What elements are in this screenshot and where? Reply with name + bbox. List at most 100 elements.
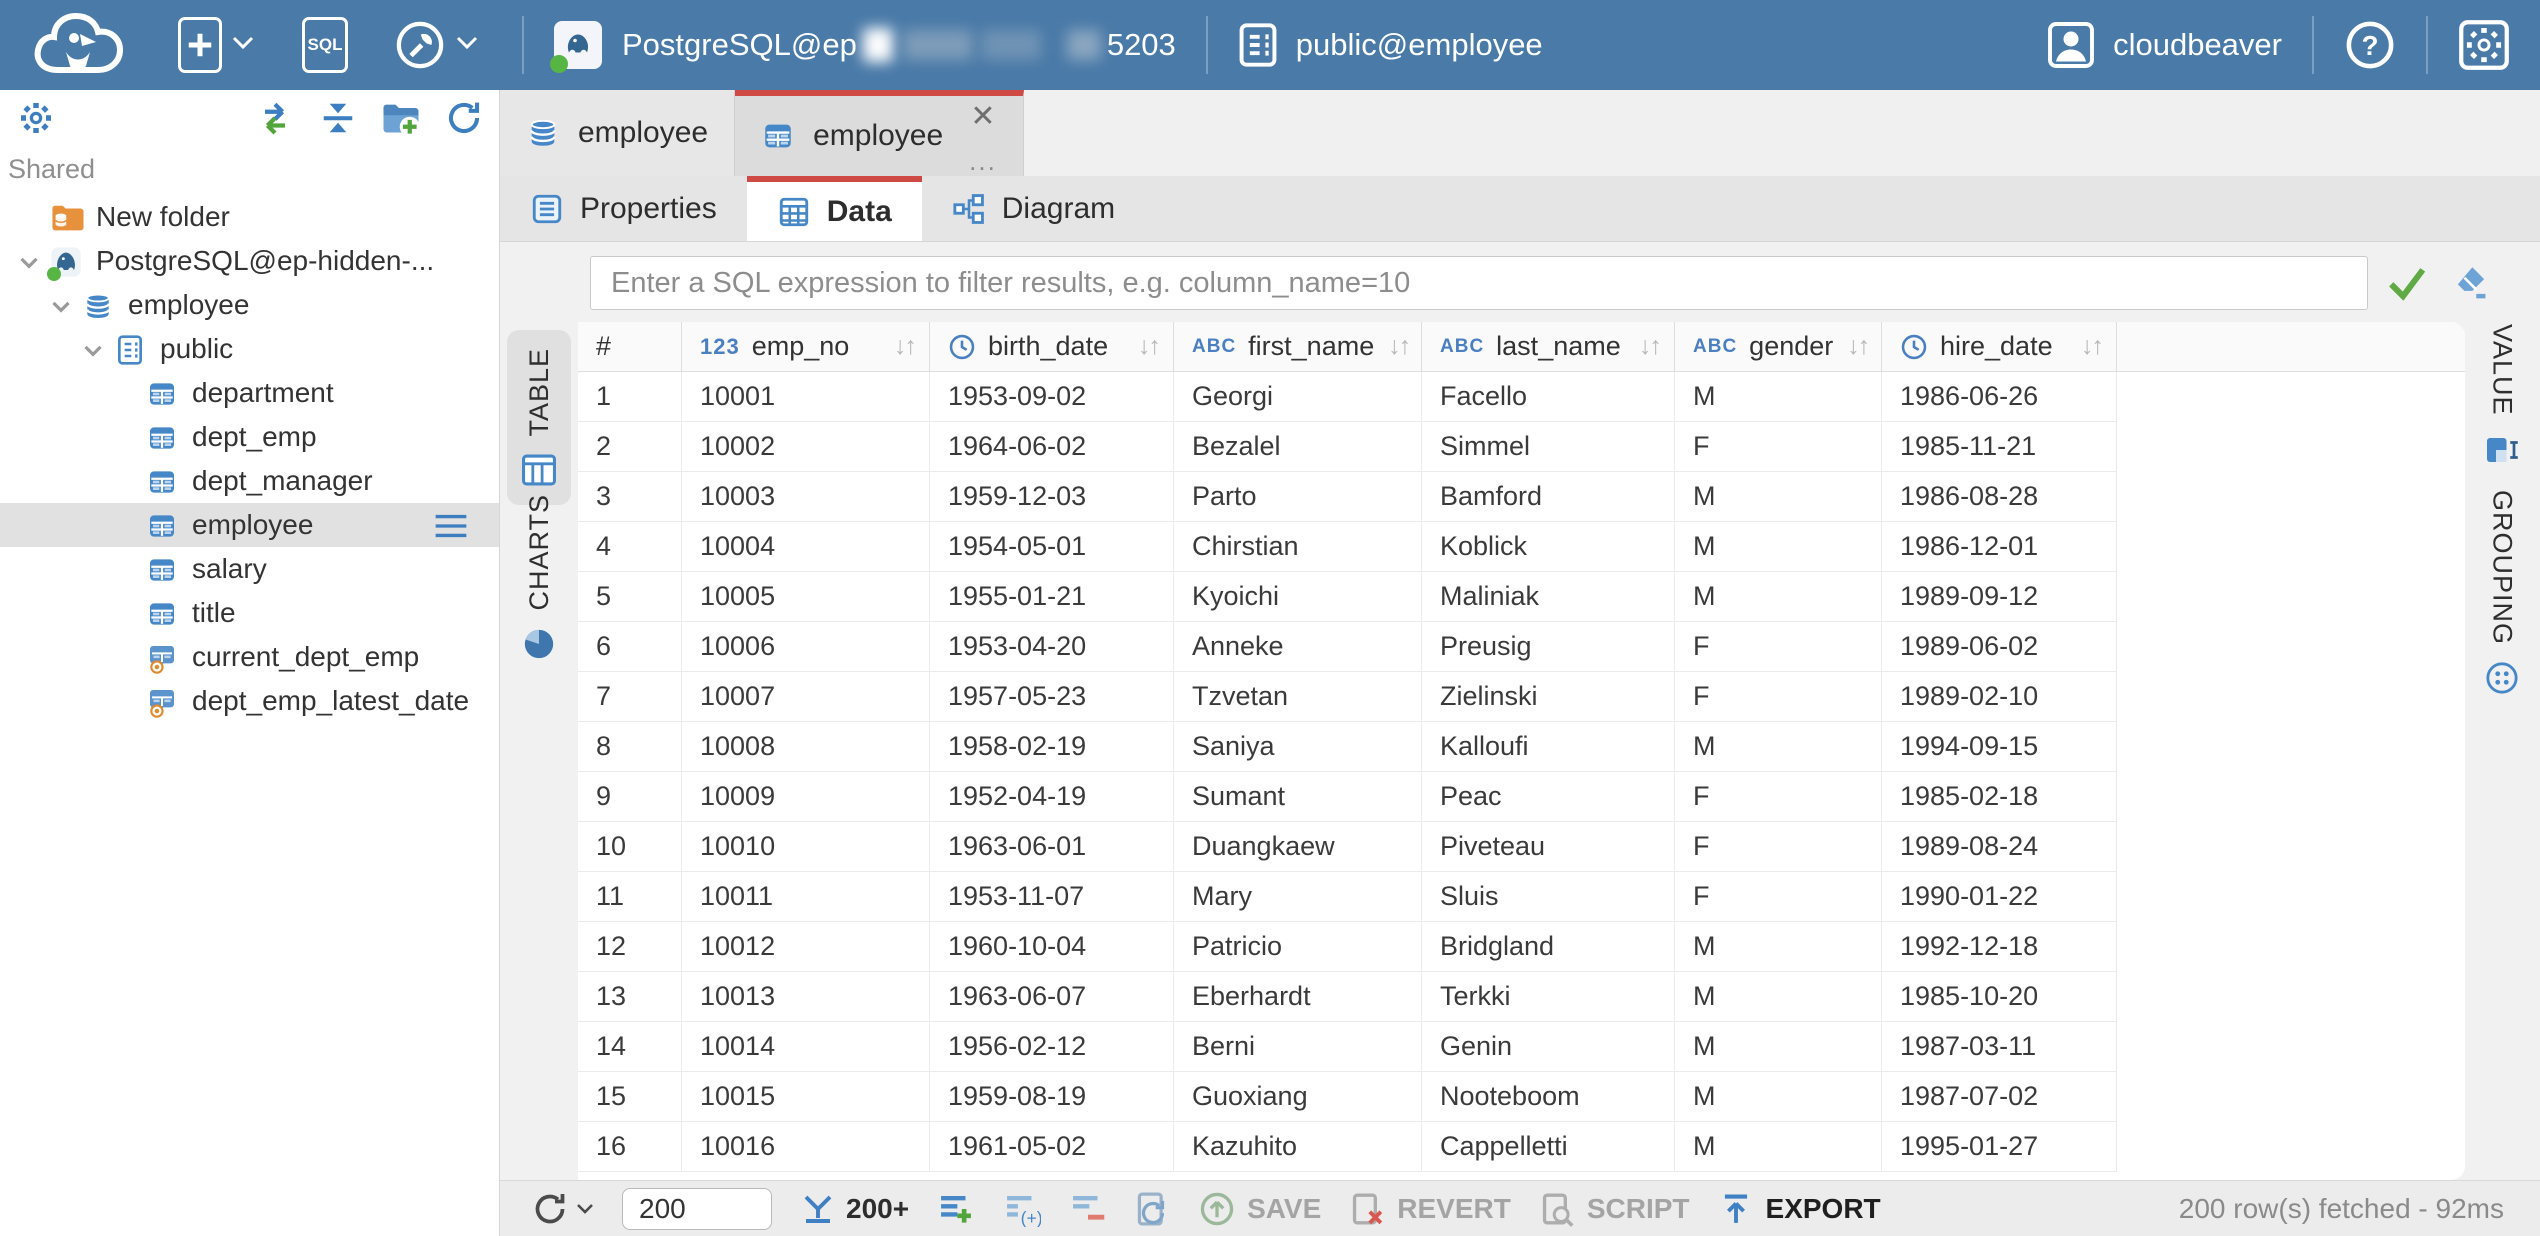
- grid-cell[interactable]: 1987-07-02: [1882, 1072, 2117, 1122]
- grid-cell[interactable]: F: [1675, 422, 1882, 472]
- grid-cell[interactable]: Eberhardt: [1174, 972, 1422, 1022]
- grid-cell[interactable]: Cappelletti: [1422, 1122, 1675, 1172]
- grid-cell[interactable]: 1959-12-03: [930, 472, 1174, 522]
- tree-item-dept-manager[interactable]: dept_manager: [0, 459, 499, 503]
- grid-cell[interactable]: 10011: [682, 872, 930, 922]
- grid-cell[interactable]: 1989-06-02: [1882, 622, 2117, 672]
- tree-item-dept-emp[interactable]: dept_emp: [0, 415, 499, 459]
- grid-cell[interactable]: 10004: [682, 522, 930, 572]
- grid-cell[interactable]: Piveteau: [1422, 822, 1675, 872]
- grid-cell[interactable]: 1987-03-11: [1882, 1022, 2117, 1072]
- chevron-down-icon[interactable]: [78, 335, 108, 365]
- grid-cell[interactable]: Bridgland: [1422, 922, 1675, 972]
- grid-cell[interactable]: 1957-05-23: [930, 672, 1174, 722]
- tree-item-dept-emp-latest-date[interactable]: dept_emp_latest_date: [0, 679, 499, 723]
- sidebar-settings-button[interactable]: [16, 98, 56, 138]
- grid-cell[interactable]: 1964-06-02: [930, 422, 1174, 472]
- grid-cell[interactable]: 10016: [682, 1122, 930, 1172]
- grid-cell[interactable]: 1992-12-18: [1882, 922, 2117, 972]
- schema-selector[interactable]: public@employee: [1238, 22, 1543, 68]
- grid-cell[interactable]: Maliniak: [1422, 572, 1675, 622]
- grid-cell[interactable]: M: [1675, 722, 1882, 772]
- grid-cell[interactable]: 10015: [682, 1072, 930, 1122]
- tab-properties[interactable]: Properties: [500, 176, 747, 241]
- settings-button[interactable]: [2458, 19, 2510, 71]
- sort-icon[interactable]: ↓↑: [1374, 332, 1409, 361]
- sync-connection-button[interactable]: [255, 100, 295, 136]
- grid-cell[interactable]: Nooteboom: [1422, 1072, 1675, 1122]
- grid-cell[interactable]: M: [1675, 522, 1882, 572]
- grid-cell[interactable]: 1995-01-27: [1882, 1122, 2117, 1172]
- grid-cell[interactable]: M: [1675, 372, 1882, 422]
- sort-icon[interactable]: ↓↑: [1124, 332, 1159, 361]
- add-row-button[interactable]: [937, 1191, 975, 1227]
- grid-cell[interactable]: 1963-06-07: [930, 972, 1174, 1022]
- duplicate-row-button[interactable]: (+): [1003, 1191, 1041, 1227]
- grid-column-header-first_name[interactable]: ABCfirst_name↓↑: [1174, 322, 1422, 371]
- grid-cell[interactable]: Patricio: [1174, 922, 1422, 972]
- grid-cell[interactable]: 1953-11-07: [930, 872, 1174, 922]
- close-tab-icon[interactable]: ✕: [970, 104, 995, 130]
- grid-cell[interactable]: Bezalel: [1174, 422, 1422, 472]
- grid-cell[interactable]: Kazuhito: [1174, 1122, 1422, 1172]
- grid-cell[interactable]: 10002: [682, 422, 930, 472]
- grid-cell[interactable]: 10005: [682, 572, 930, 622]
- grid-cell[interactable]: M: [1675, 472, 1882, 522]
- grid-cell[interactable]: Bamford: [1422, 472, 1675, 522]
- grid-cell[interactable]: Guoxiang: [1174, 1072, 1422, 1122]
- grid-cell[interactable]: 1986-06-26: [1882, 372, 2117, 422]
- sort-icon[interactable]: ↓↑: [1625, 332, 1660, 361]
- driver-tools-button[interactable]: [394, 19, 478, 71]
- grid-cell[interactable]: 1986-12-01: [1882, 522, 2117, 572]
- grid-cell[interactable]: 10003: [682, 472, 930, 522]
- presentation-tab-charts[interactable]: CHARTS: [507, 494, 571, 661]
- page-size-input[interactable]: [622, 1188, 772, 1230]
- tree-item-new-folder[interactable]: New folder: [0, 195, 499, 239]
- grid-cell[interactable]: Simmel: [1422, 422, 1675, 472]
- help-button[interactable]: ?: [2344, 19, 2396, 71]
- grid-cell[interactable]: F: [1675, 822, 1882, 872]
- grid-cell[interactable]: 10012: [682, 922, 930, 972]
- grid-cell[interactable]: 1958-02-19: [930, 722, 1174, 772]
- grid-cell[interactable]: Kalloufi: [1422, 722, 1675, 772]
- grid-cell[interactable]: 1963-06-01: [930, 822, 1174, 872]
- grid-cell[interactable]: Koblick: [1422, 522, 1675, 572]
- grid-cell[interactable]: M: [1675, 1072, 1882, 1122]
- delete-row-button[interactable]: [1069, 1191, 1107, 1227]
- user-menu[interactable]: cloudbeaver: [2047, 21, 2282, 69]
- grid-cell[interactable]: 1994-09-15: [1882, 722, 2117, 772]
- refresh-tree-button[interactable]: [445, 99, 483, 137]
- grid-cell[interactable]: 10013: [682, 972, 930, 1022]
- grid-cell[interactable]: Duangkaew: [1174, 822, 1422, 872]
- grid-cell[interactable]: 10006: [682, 622, 930, 672]
- grid-cell[interactable]: 1990-01-22: [1882, 872, 2117, 922]
- new-folder-button[interactable]: [381, 100, 421, 136]
- grid-cell[interactable]: Preusig: [1422, 622, 1675, 672]
- tab-employee-table[interactable]: employee ✕ ...: [735, 90, 1024, 176]
- grid-cell[interactable]: Parto: [1174, 472, 1422, 522]
- grid-cell[interactable]: M: [1675, 922, 1882, 972]
- tree-item-department[interactable]: department: [0, 371, 499, 415]
- grid-column-header-last_name[interactable]: ABClast_name↓↑: [1422, 322, 1675, 371]
- sql-filter-input[interactable]: [590, 256, 2368, 310]
- grid-cell[interactable]: Anneke: [1174, 622, 1422, 672]
- grid-cell[interactable]: Terkki: [1422, 972, 1675, 1022]
- grid-cell[interactable]: 1955-01-21: [930, 572, 1174, 622]
- grid-cell[interactable]: 1985-02-18: [1882, 772, 2117, 822]
- grid-column-header-birth_date[interactable]: birth_date↓↑: [930, 322, 1174, 371]
- apply-filter-icon[interactable]: [2386, 264, 2428, 302]
- grid-cell[interactable]: 10007: [682, 672, 930, 722]
- grid-cell[interactable]: Berni: [1174, 1022, 1422, 1072]
- sql-editor-button[interactable]: SQL: [302, 17, 348, 73]
- sort-icon[interactable]: ↓↑: [880, 332, 915, 361]
- grid-cell[interactable]: 1960-10-04: [930, 922, 1174, 972]
- grid-column-header-hire_date[interactable]: hire_date↓↑: [1882, 322, 2117, 371]
- grid-cell[interactable]: 10010: [682, 822, 930, 872]
- tree-item-title[interactable]: title: [0, 591, 499, 635]
- grid-cell[interactable]: 1953-09-02: [930, 372, 1174, 422]
- grid-cell[interactable]: M: [1675, 1122, 1882, 1172]
- tab-employee-database[interactable]: employee: [500, 90, 735, 176]
- tab-diagram[interactable]: Diagram: [922, 176, 1145, 241]
- grid-cell[interactable]: 1989-02-10: [1882, 672, 2117, 722]
- grid-cell[interactable]: F: [1675, 872, 1882, 922]
